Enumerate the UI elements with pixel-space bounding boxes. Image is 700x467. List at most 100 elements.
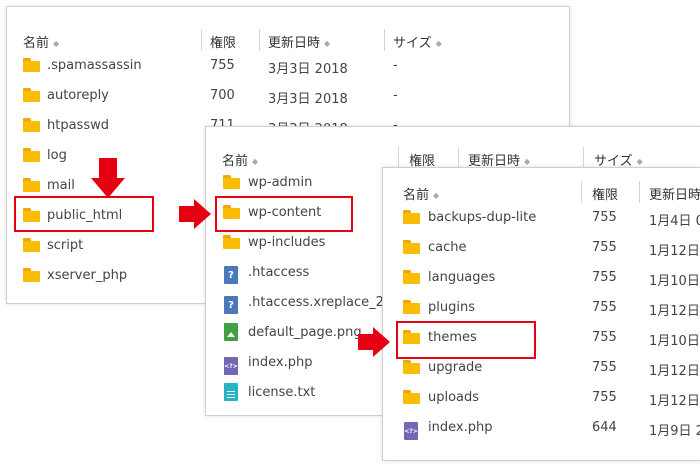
file-name[interactable]: index.php [428,420,492,435]
file-size: - [393,58,398,73]
file-permission: 755 [592,270,617,285]
sort-icon: ◆ [433,191,440,200]
column-header-modified[interactable]: 更新日時 ◆ [268,32,330,51]
column-header-modified[interactable]: 更新日時 [649,184,700,203]
file-permission: 755 [592,360,617,375]
file-name[interactable]: xserver_php [47,268,127,283]
folder-icon [23,178,40,192]
file-name[interactable]: .htaccess [248,265,309,280]
file-name[interactable]: backups-dup-lite [428,210,536,225]
file-modified: 1月10日 [649,274,700,289]
file-row[interactable]: uploads 755 1月12日 [383,383,700,413]
file-name[interactable]: htpasswd [47,118,109,133]
column-divider [384,29,385,51]
folder-icon [403,210,420,224]
file-name[interactable]: autoreply [47,88,109,103]
file-name[interactable]: wp-includes [248,235,325,250]
file-modified: 1月12日 [649,394,700,409]
file-name[interactable]: languages [428,270,495,285]
file-name[interactable]: wp-admin [248,175,312,190]
folder-icon [403,300,420,314]
highlight-box-wp-content [215,196,353,232]
sort-icon: ◆ [53,39,60,48]
file-name[interactable]: index.php [248,355,312,370]
column-header-permission[interactable]: 権限 [210,32,236,51]
column-divider [458,147,459,169]
file-modified: 1月12日 [649,304,700,319]
folder-icon [23,58,40,72]
file-name[interactable]: plugins [428,300,475,315]
php-file-icon: <?> [404,422,418,440]
file-modified: 1月12日 [649,244,700,259]
file-permission: 755 [592,300,617,315]
sort-icon: ◆ [636,157,643,166]
highlight-box-themes [396,321,536,359]
file-permission: 755 [210,58,235,73]
sort-icon: ◆ [435,39,442,48]
folder-icon [403,390,420,404]
folder-icon [403,240,420,254]
column-divider [639,181,640,203]
column-header-name[interactable]: 名前 ◆ [222,150,258,169]
highlight-box-public-html [14,196,154,232]
folder-icon [223,235,240,249]
sort-icon: ◆ [524,157,531,166]
file-list-panel-wp-content: 名前 ◆ 権限 更新日時 backups-dup-lite 755 1月4日 0 … [382,167,700,461]
file-name[interactable]: log [47,148,67,163]
sort-icon: ◆ [324,39,331,48]
file-name[interactable]: uploads [428,390,479,405]
folder-icon [23,268,40,282]
file-permission: 755 [592,210,617,225]
file-modified: 3月3日 2018 [268,92,348,107]
folder-icon [223,175,240,189]
column-divider [259,29,260,51]
file-name[interactable]: default_page.png [248,325,362,340]
text-file-icon [224,383,238,401]
file-row[interactable]: plugins 755 1月12日 [383,293,700,323]
file-permission: 755 [592,240,617,255]
file-name[interactable]: upgrade [428,360,482,375]
folder-icon [23,118,40,132]
file-name[interactable]: cache [428,240,467,255]
file-permission: 755 [592,330,617,345]
file-name[interactable]: .htaccess.xreplace_2... [248,295,396,310]
file-modified: 3月3日 2018 [268,62,348,77]
folder-icon [23,238,40,252]
image-file-icon [224,323,238,341]
column-header-size[interactable]: サイズ ◆ [393,32,442,51]
folder-icon [23,148,40,162]
folder-icon [23,88,40,102]
file-modified: 1月4日 0 [649,214,700,229]
column-divider [398,147,399,169]
file-modified: 1月12日 [649,364,700,379]
file-name[interactable]: mail [47,178,75,193]
file-modified: 1月10日 [649,334,700,349]
column-divider [201,29,202,51]
file-name[interactable]: script [47,238,83,253]
file-row[interactable]: autoreply 700 3月3日 2018 - [7,81,569,111]
folder-icon [403,270,420,284]
arrow-right-icon [358,327,390,357]
file-name[interactable]: .spamassassin [47,58,142,73]
file-permission: 644 [592,420,617,435]
column-header-permission[interactable]: 権限 [592,184,618,203]
column-header-name[interactable]: 名前 ◆ [403,184,439,203]
arrow-right-icon [179,199,211,229]
file-row[interactable]: backups-dup-lite 755 1月4日 0 [383,203,700,233]
file-size: - [393,88,398,103]
column-divider [583,147,584,169]
sort-icon: ◆ [252,157,259,166]
unknown-file-icon: ? [224,266,238,284]
unknown-file-icon: ? [224,296,238,314]
file-name[interactable]: license.txt [248,385,315,400]
column-header-name[interactable]: 名前 ◆ [23,32,59,51]
file-row[interactable]: cache 755 1月12日 [383,233,700,263]
file-permission: 755 [592,390,617,405]
file-permission: 700 [210,88,235,103]
file-modified: 1月9日 2 [649,424,700,439]
file-row[interactable]: languages 755 1月10日 [383,263,700,293]
php-file-icon: <?> [224,357,238,375]
file-row[interactable]: .spamassassin 755 3月3日 2018 - [7,51,569,81]
file-row[interactable]: <?> index.php 644 1月9日 2 [383,413,700,443]
arrow-down-icon [91,158,125,198]
